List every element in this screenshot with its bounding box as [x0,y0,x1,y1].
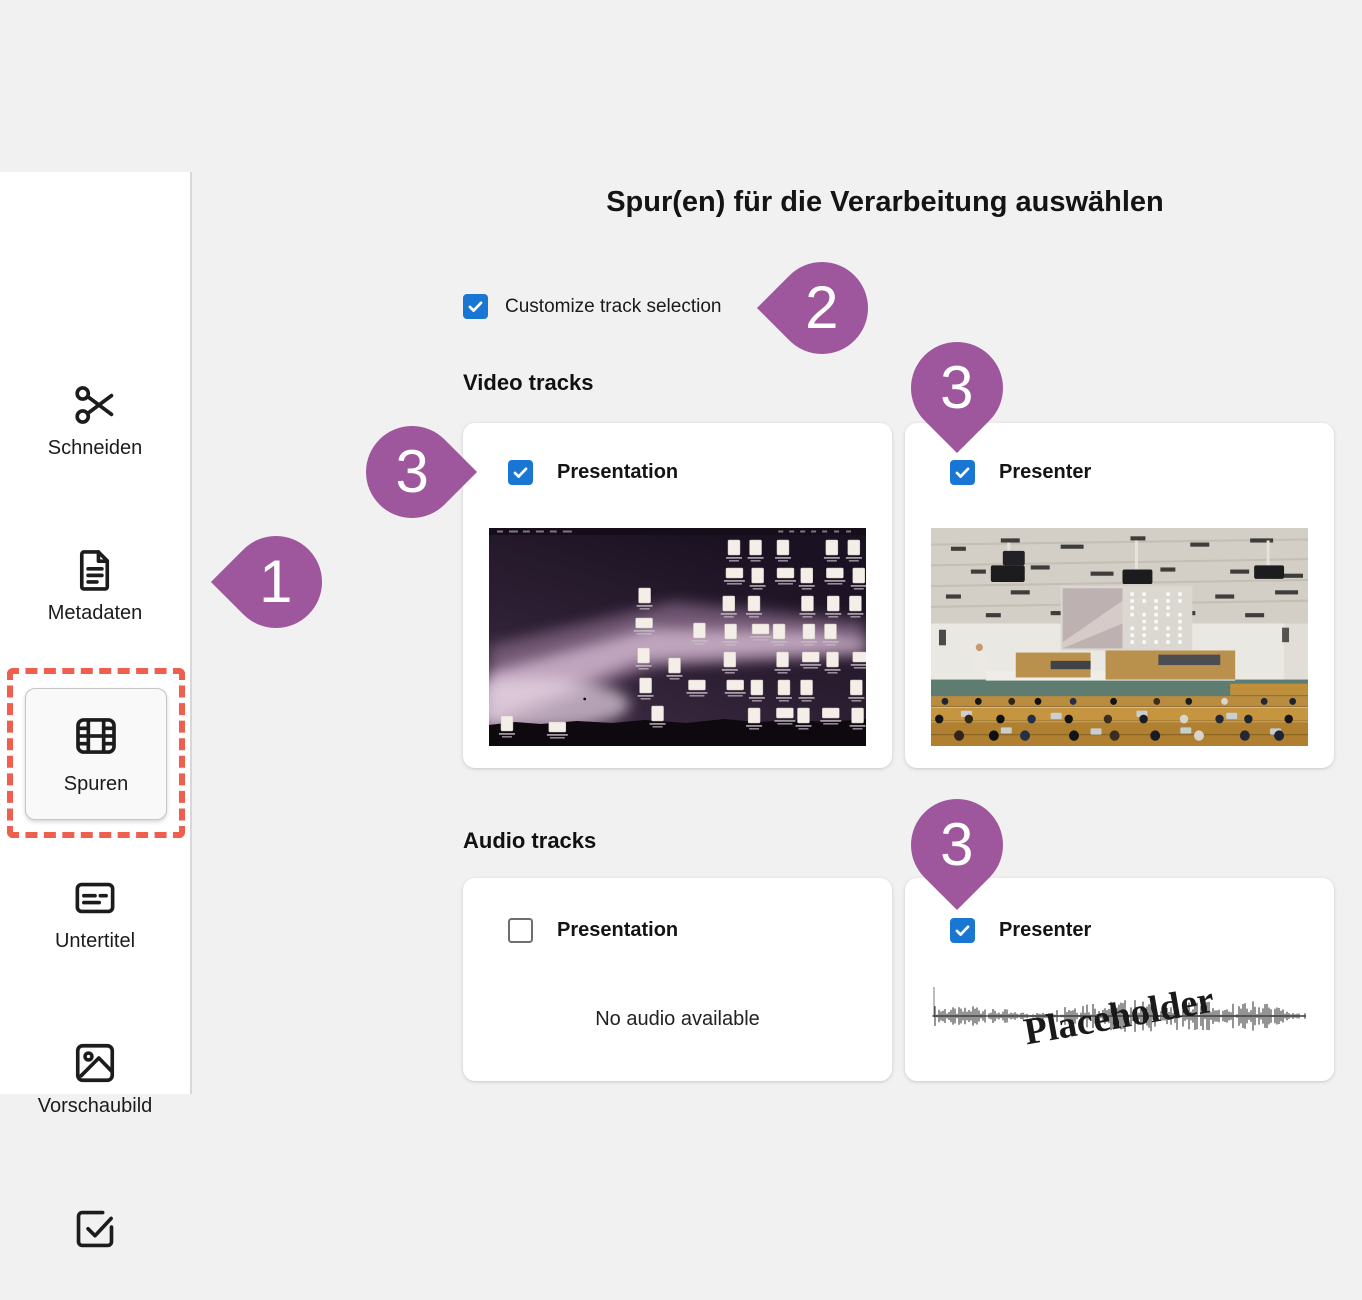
sidebar-item-label: Schneiden [48,437,143,460]
sidebar-item-untertitel[interactable]: Untertitel [0,875,190,953]
presenter-audio-checkbox[interactable] [950,918,975,943]
sidebar-item-spuren[interactable]: Spuren [25,688,167,820]
presenter-video-checkbox[interactable] [950,460,975,485]
no-audio-message: No audio available [463,1008,892,1031]
audio-waveform-thumbnail: Placeholder [931,974,1308,1056]
waveform-placeholder-text: Placeholder [1021,979,1218,1054]
sidebar-item-vorschaubild[interactable]: Vorschaubild [0,1040,190,1118]
annotation-balloon-3-presentation-video: 3 [347,407,477,537]
sidebar-item-schneiden[interactable]: Schneiden [0,382,190,460]
spuren-highlight-outline: Spuren [7,668,185,838]
presenter-video-thumbnail [931,528,1308,746]
sidebar-item-label: Untertitel [55,930,135,953]
video-track-card-presenter[interactable]: Presenter [905,423,1334,768]
annotation-balloon-2: 2 [757,243,887,373]
customize-track-selection: Customize track selection [463,294,721,319]
customize-checkbox[interactable] [463,294,488,319]
image-icon [72,1040,118,1086]
film-icon [73,713,119,764]
audio-track-card-presentation[interactable]: Presentation No audio available [463,878,892,1081]
audio-track-card-presenter[interactable]: Presenter Placeholder [905,878,1334,1081]
annotation-balloon-1: 1 [211,517,341,647]
editor-sidebar: Schneiden Metadaten [0,172,192,1094]
sidebar-item-label: Vorschaubild [38,1095,153,1118]
audio-tracks-heading: Audio tracks [463,828,596,854]
sidebar-item-metadaten[interactable]: Metadaten [0,547,190,625]
video-tracks-heading: Video tracks [463,370,593,396]
track-label: Presenter [999,461,1091,484]
presentation-video-checkbox[interactable] [508,460,533,485]
scissors-icon [72,382,118,428]
check-square-icon [72,1206,118,1252]
track-label: Presentation [557,919,678,942]
presentation-audio-checkbox[interactable] [508,918,533,943]
sidebar-item-label: Metadaten [48,602,143,625]
track-label: Presentation [557,461,678,484]
document-icon [72,547,118,593]
customize-checkbox-label[interactable]: Customize track selection [505,296,721,318]
sidebar-item-label: Spuren [64,773,129,796]
page-title: Spur(en) für die Verarbeitung auswählen [440,186,1330,219]
video-track-card-presentation[interactable]: Presentation [463,423,892,768]
subtitles-icon [72,875,118,921]
presentation-video-thumbnail [489,528,866,746]
track-label: Presenter [999,919,1091,942]
sidebar-item-finish[interactable] [0,1206,190,1261]
